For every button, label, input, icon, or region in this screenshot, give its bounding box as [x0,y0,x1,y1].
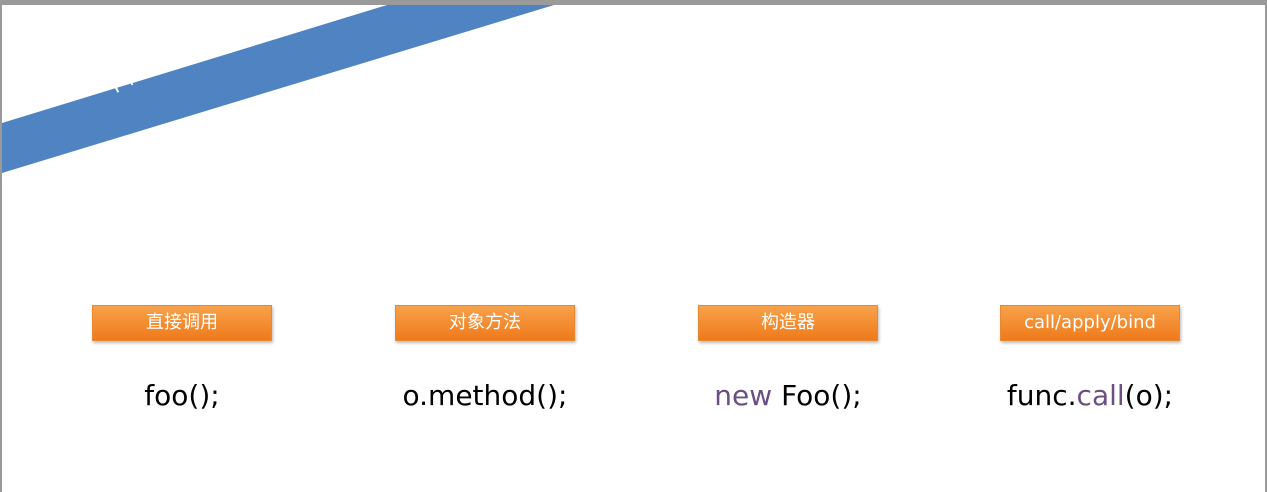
column-constructor: 构造器 new Foo(); [688,305,888,412]
column-direct-call: 直接调用 foo(); [82,305,282,412]
title-banner [2,5,554,173]
slide: 不同的调用方式 直接调用 foo(); 对象方法 o.method(); 构造器… [0,0,1267,492]
label-object-method: 对象方法 [395,305,575,341]
code-call-keyword: call [1076,379,1125,412]
code-object-method: o.method(); [385,379,585,412]
label-direct-call: 直接调用 [92,305,272,341]
code-call-prefix: func. [1006,379,1077,412]
code-constructor: new Foo(); [688,379,888,412]
code-constructor-keyword: new [714,379,773,412]
title-banner-shape [2,5,554,173]
column-object-method: 对象方法 o.method(); [385,305,585,412]
label-constructor: 构造器 [698,305,878,341]
label-call-apply-bind: call/apply/bind [1000,305,1180,341]
column-call-apply-bind: call/apply/bind func.call(o); [990,305,1190,412]
code-object-method-text: o.method(); [402,379,568,412]
code-direct-call-text: foo(); [144,379,220,412]
code-call-apply-bind: func.call(o); [990,379,1190,412]
code-call-suffix: (o); [1124,379,1174,412]
code-direct-call: foo(); [82,379,282,412]
code-constructor-rest: Foo(); [781,379,862,412]
slide-title: 不同的调用方式 [96,0,266,102]
